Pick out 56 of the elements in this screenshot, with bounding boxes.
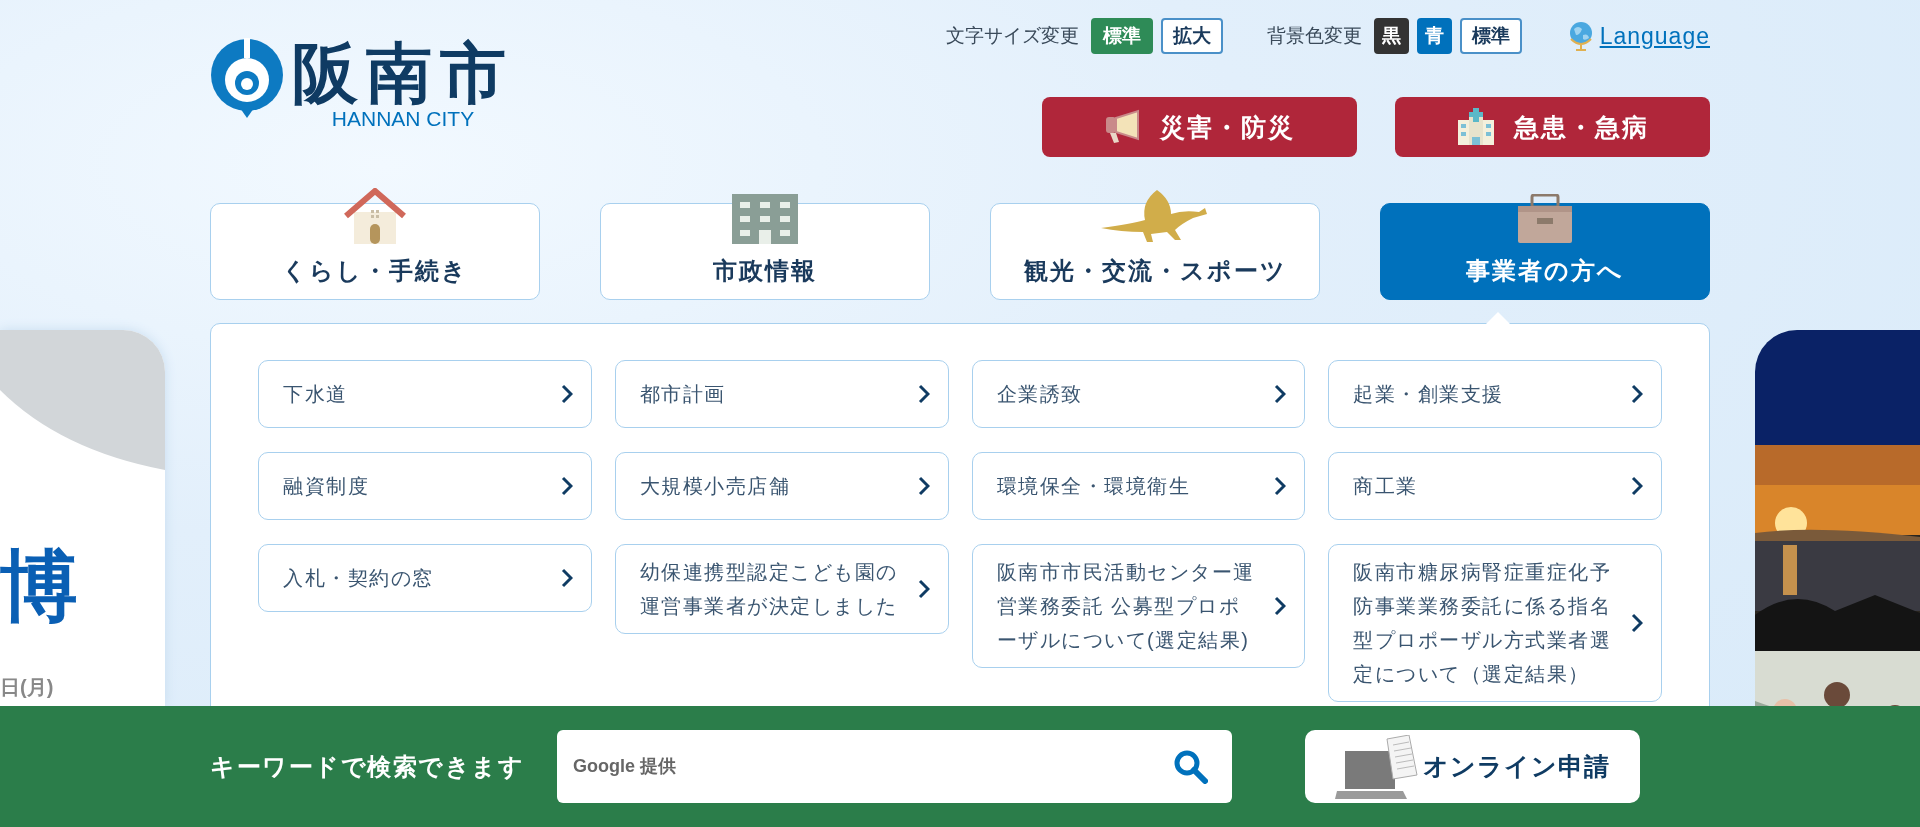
font-size-button[interactable]: 拡大 [1160, 18, 1223, 54]
search-label: キーワードで検索できます [210, 751, 525, 782]
chevron-right-icon [917, 476, 930, 496]
font-size-button[interactable]: 標準 [1090, 18, 1153, 54]
chevron-right-icon [1631, 476, 1643, 496]
background-color-button[interactable]: 標準 [1459, 18, 1522, 54]
menu-link[interactable]: 都市計画 [614, 360, 949, 428]
chevron-right-icon [1274, 596, 1287, 616]
nav-tab[interactable]: 事業者の方へ [1380, 203, 1710, 300]
emergency-button[interactable]: 災害・防災 [1042, 97, 1357, 157]
chevron-right-icon [917, 384, 930, 404]
online-application-button[interactable]: オンライン申請 [1305, 730, 1640, 803]
menu-link[interactable]: 環境保全・環境衛生 [971, 452, 1306, 520]
city-emblem-icon [210, 38, 284, 118]
chevron-right-icon [1631, 384, 1643, 404]
background-color-button[interactable]: 青 [1416, 18, 1452, 54]
banner-card[interactable]: 博 日(月) [0, 330, 165, 706]
menu-link[interactable]: 下水道 [258, 360, 592, 428]
background-color-label: 背景色変更 [1266, 24, 1362, 48]
menu-link[interactable]: 阪南市市民活動センター運営業務委託 公募型プロポーザルについて(選定結果) [971, 544, 1306, 668]
building-icon [732, 194, 798, 244]
briefcase-icon [1517, 194, 1573, 244]
dinosaur-icon [1101, 188, 1209, 244]
megaphone-icon [1104, 109, 1142, 145]
menu-link[interactable]: 阪南市糖尿病腎症重症化予防事業業務委託に係る指名型プロポーザル方式業者選定について（選定結果） [1328, 544, 1662, 702]
menu-link[interactable]: 入札・契約の窓 [258, 544, 592, 612]
menu-link[interactable]: 幼保連携型認定こども園の運営事業者が決定しました [614, 544, 949, 634]
city-name: 阪南市 [292, 38, 514, 108]
laptop-document-icon [1335, 734, 1419, 799]
banner-title: 博 [0, 546, 78, 626]
language-link[interactable]: Language [1599, 22, 1710, 50]
chevron-right-icon [1631, 613, 1643, 633]
chevron-right-icon [1274, 476, 1287, 496]
menu-link[interactable]: 起業・創業支援 [1328, 360, 1662, 428]
chevron-right-icon [560, 568, 573, 588]
emergency-button[interactable]: 急患・急病 [1395, 97, 1710, 157]
chevron-right-icon [560, 476, 573, 496]
background-color-button[interactable]: 黒 [1373, 18, 1409, 54]
menu-link[interactable]: 商工業 [1328, 452, 1662, 520]
globe-icon [1567, 21, 1594, 51]
search-field[interactable]: Google 提供 [557, 730, 1232, 803]
house-icon [344, 188, 406, 244]
chevron-right-icon [560, 384, 573, 404]
banner-date: 日(月) [0, 675, 54, 700]
font-size-label: 文字サイズ変更 [945, 24, 1079, 48]
menu-link[interactable]: 大規模小売店舗 [614, 452, 949, 520]
city-subtitle: HANNAN CITY [331, 108, 475, 130]
search-icon[interactable] [1174, 750, 1208, 784]
menu-link[interactable]: 企業誘致 [971, 360, 1306, 428]
chevron-right-icon [1274, 384, 1287, 404]
nav-tab[interactable]: くらし・手続き [210, 203, 540, 300]
menu-link[interactable]: 融資制度 [258, 452, 592, 520]
chevron-right-icon [917, 579, 930, 599]
nav-tab[interactable]: 市政情報 [600, 203, 930, 300]
hospital-icon [1456, 108, 1496, 146]
nav-tab[interactable]: 観光・交流・スポーツ [990, 203, 1320, 300]
